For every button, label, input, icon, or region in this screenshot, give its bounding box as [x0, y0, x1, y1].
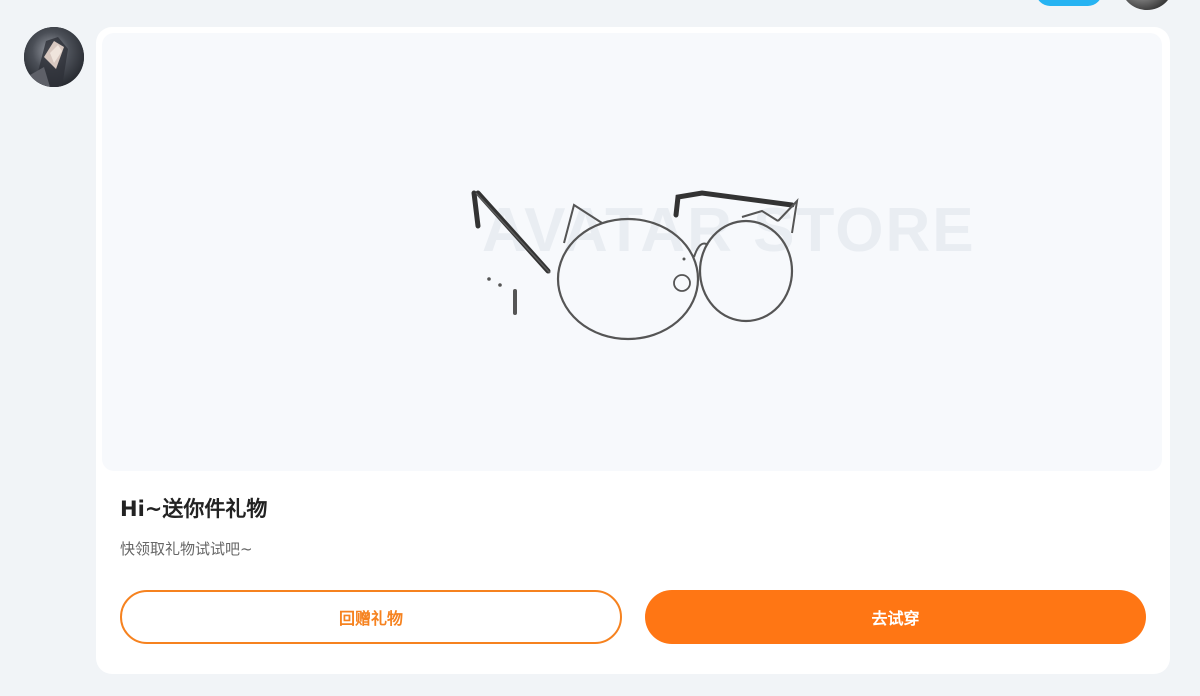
return-gift-label: 回赠礼物 — [338, 609, 403, 628]
try-on-label: 去试穿 — [871, 609, 920, 628]
current-user-avatar[interactable] — [1120, 0, 1174, 10]
gift-title: Hi~送你件礼物 — [120, 497, 268, 521]
sender-avatar[interactable] — [24, 27, 84, 87]
top-action-pill[interactable] — [1036, 0, 1102, 6]
return-gift-button[interactable]: 回赠礼物 — [120, 590, 622, 644]
gift-image: AVATAR STORE — [102, 33, 1162, 471]
watermark: AVATAR STORE — [482, 196, 976, 265]
chat-view: AVATAR STORE Hi~送你件礼物 快领取礼物试试吧~ 回赠礼物 去试穿 — [0, 0, 1200, 696]
try-on-button[interactable]: 去试穿 — [645, 590, 1146, 644]
gift-subtitle: 快领取礼物试试吧~ — [120, 540, 253, 558]
gift-message-card: AVATAR STORE Hi~送你件礼物 快领取礼物试试吧~ 回赠礼物 去试穿 — [96, 27, 1170, 674]
